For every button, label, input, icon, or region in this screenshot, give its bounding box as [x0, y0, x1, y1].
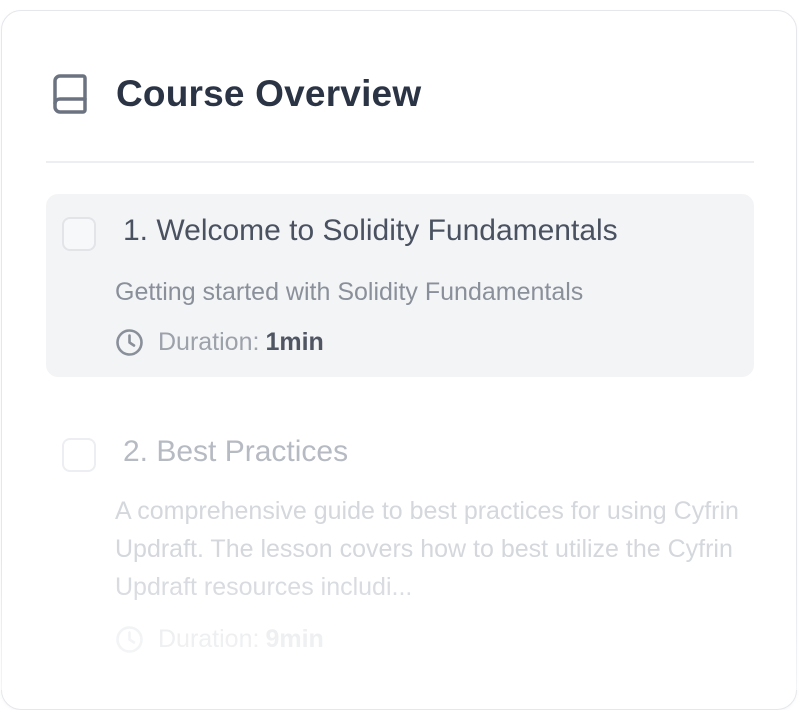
lesson-checkbox-2[interactable] [62, 438, 96, 472]
duration-value: 1min [265, 327, 324, 356]
duration-label: Duration: [158, 327, 260, 356]
book-icon [52, 72, 88, 116]
duration-label: Duration: [158, 624, 260, 653]
lesson-duration-1: Duration: 1min [115, 327, 324, 357]
duration-value: 9min [265, 624, 324, 653]
lesson-description-1: Getting started with Solidity Fundamenta… [115, 278, 584, 306]
lesson-checkbox-1[interactable] [62, 217, 96, 251]
lesson-description-2: A comprehensive guide to best practices … [115, 497, 739, 601]
header-divider [46, 161, 754, 163]
lesson-item-1[interactable]: 1. Welcome to Solidity Fundamentals Gett… [46, 194, 754, 377]
lesson-item-2[interactable]: 2. Best Practices A comprehensive guide … [46, 415, 754, 675]
lesson-title-2[interactable]: 2. Best Practices [123, 435, 348, 469]
clock-icon [115, 328, 144, 357]
lesson-duration-2: Duration: 9min [115, 624, 324, 654]
lesson-title-1[interactable]: 1. Welcome to Solidity Fundamentals [123, 214, 618, 248]
clock-icon [115, 625, 144, 654]
page-title: Course Overview [116, 73, 422, 114]
course-overview-header: Course Overview [52, 72, 421, 116]
